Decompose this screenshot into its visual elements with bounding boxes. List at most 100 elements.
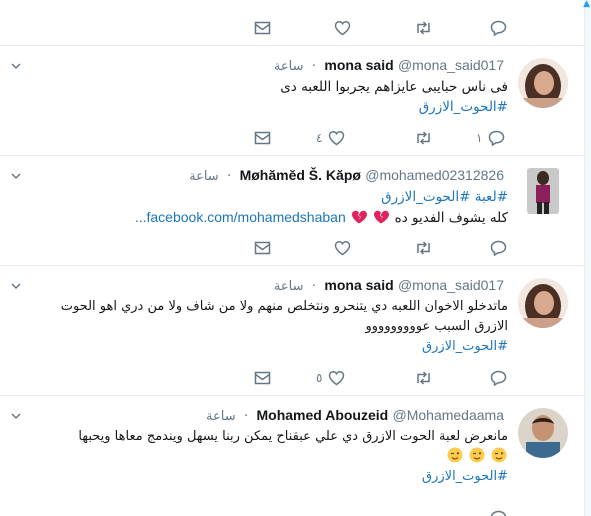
chevron-down-icon[interactable]: [10, 410, 22, 422]
tweet-content: Møhămĕd Š. Kăpø @mohamed02312826 · ساعة …: [34, 165, 508, 228]
avatar[interactable]: [527, 168, 559, 214]
tweet[interactable]: Møhămĕd Š. Kăpø @mohamed02312826 · ساعة …: [0, 156, 584, 266]
tweet-actions: [0, 238, 584, 258]
heart-icon: [329, 130, 345, 146]
tweet-content: Mohamed Abouzeid @Mohamedaama · ساعة مان…: [34, 405, 508, 487]
tweet[interactable]: mona said @mona_said017 · ساعة ماتدخلو ا…: [0, 266, 584, 396]
hashtag-link[interactable]: #الحوت_الازرق: [422, 469, 508, 484]
reply-button[interactable]: [490, 238, 507, 258]
username[interactable]: @mona_said017: [398, 57, 504, 73]
winking-face-emoji-icon: [491, 447, 507, 463]
fullname[interactable]: mona said: [324, 57, 393, 73]
retweet-button[interactable]: [414, 18, 433, 38]
reply-icon: [490, 370, 507, 386]
retweet-icon: [417, 241, 430, 255]
tweet-text-line: الازرق السبب عووووووووو: [365, 319, 509, 334]
emoji-row: [34, 447, 508, 467]
timestamp[interactable]: ساعة: [206, 409, 236, 424]
reply-button[interactable]: ١: [476, 128, 505, 148]
tweet-text: #لعبة #الحوت_الازرق كله يشوف الفديو ده f…: [34, 187, 508, 228]
tweet[interactable]: Mohamed Abouzeid @Mohamedaama · ساعة مان…: [0, 396, 584, 516]
fullname[interactable]: mona said: [324, 277, 393, 293]
reply-button[interactable]: [490, 508, 507, 516]
tweet-header: Mohamed Abouzeid @Mohamedaama · ساعة: [34, 405, 508, 427]
like-button[interactable]: [334, 18, 351, 38]
retweet-icon: [417, 131, 430, 145]
dm-button[interactable]: [254, 238, 271, 258]
retweet-button[interactable]: [414, 128, 433, 148]
tweet-header: Møhămĕd Š. Kăpø @mohamed02312826 · ساعة: [34, 165, 508, 187]
like-button[interactable]: ٤: [316, 128, 345, 148]
username[interactable]: @mona_said017: [398, 277, 504, 293]
fullname[interactable]: Mohamed Abouzeid: [257, 407, 389, 423]
like-button[interactable]: [334, 238, 351, 258]
avatar[interactable]: [518, 278, 568, 328]
envelope-icon: [254, 131, 271, 145]
broken-heart-emoji-icon: [374, 210, 390, 224]
reply-button[interactable]: [490, 18, 507, 38]
dm-button[interactable]: [254, 18, 271, 38]
timestamp[interactable]: ساعة: [189, 169, 219, 184]
tweet-text: مانعرض لعبة الحوت الازرق دي علي عبقناح ي…: [34, 427, 508, 487]
heart-icon: [334, 240, 351, 256]
hashtag-link[interactable]: #لعبة: [475, 189, 508, 205]
tweet-content: mona said @mona_said017 · ساعة فى ناس حب…: [34, 55, 508, 117]
envelope-icon: [254, 371, 271, 385]
like-count: ٥: [316, 371, 323, 385]
tweet-text-line: كله يشوف الفديو ده: [394, 210, 508, 226]
scroll-up-arrow-icon[interactable]: ▲: [583, 0, 590, 9]
heart-icon: [329, 370, 345, 386]
retweet-button[interactable]: [414, 238, 433, 258]
tweet-text-line: مانعرض لعبة الحوت الازرق دي علي عبقناح ي…: [78, 429, 508, 444]
username[interactable]: @Mohamedaama: [393, 407, 505, 423]
like-count: ٤: [316, 131, 323, 145]
hashtag-link[interactable]: #الحوت_الازرق: [381, 189, 470, 205]
tweet-header: mona said @mona_said017 · ساعة: [34, 55, 508, 77]
like-button[interactable]: ٥: [316, 368, 345, 388]
tweet-content: mona said @mona_said017 · ساعة ماتدخلو ا…: [34, 275, 508, 357]
tweet-actions: [0, 508, 584, 516]
retweet-button[interactable]: [414, 368, 433, 388]
timestamp[interactable]: ساعة: [274, 279, 304, 294]
tweet-header: mona said @mona_said017 · ساعة: [34, 275, 508, 297]
tweet-text-line: فى ناس حبايبى عايزاهم يجربوا اللعبه دى: [280, 79, 508, 95]
heart-icon: [334, 20, 351, 36]
avatar[interactable]: [518, 58, 568, 108]
retweet-icon: [417, 21, 430, 35]
timestamp[interactable]: ساعة: [274, 59, 304, 74]
broken-heart-emoji-icon: [352, 210, 368, 224]
chevron-down-icon[interactable]: [10, 170, 22, 182]
tweet-timeline: mona said @mona_said017 · ساعة فى ناس حب…: [0, 0, 584, 516]
envelope-icon: [254, 241, 271, 255]
external-link[interactable]: facebook.com/mohamedshaban...: [135, 209, 346, 225]
reply-icon: [490, 510, 507, 516]
hashtag-link[interactable]: #الحوت_الازرق: [422, 339, 508, 354]
reply-button[interactable]: [490, 368, 507, 388]
tweet-text: ماتدخلو الاخوان اللعبه دي يتنحرو ونتخلص …: [34, 297, 508, 357]
separator-dot: ·: [243, 408, 249, 424]
chevron-down-icon[interactable]: [10, 60, 22, 72]
envelope-icon: [254, 21, 271, 35]
tweet-text: فى ناس حبايبى عايزاهم يجربوا اللعبه دى #…: [34, 77, 508, 117]
dm-button[interactable]: [254, 128, 271, 148]
reply-icon: [489, 130, 505, 146]
tweet[interactable]: mona said @mona_said017 · ساعة فى ناس حب…: [0, 46, 584, 156]
chevron-down-icon[interactable]: [10, 280, 22, 292]
separator-dot: ·: [311, 58, 317, 74]
dm-button[interactable]: [254, 368, 271, 388]
fullname[interactable]: Møhămĕd Š. Kăpø: [240, 167, 361, 183]
scrollbar[interactable]: ▲: [583, 0, 591, 516]
username[interactable]: @mohamed02312826: [365, 167, 504, 183]
tweet-text-line: ماتدخلو الاخوان اللعبه دي يتنحرو ونتخلص …: [60, 299, 508, 314]
separator-dot: ·: [226, 168, 232, 184]
reply-count: ١: [476, 131, 483, 145]
separator-dot: ·: [311, 278, 317, 294]
avatar[interactable]: [518, 408, 568, 458]
hashtag-link[interactable]: #الحوت_الازرق: [419, 99, 508, 115]
retweet-icon: [417, 371, 430, 385]
tweet-actions: [0, 18, 584, 38]
reply-icon: [490, 240, 507, 256]
tweet-actions: ٥: [0, 368, 584, 388]
winking-face-emoji-icon: [447, 447, 463, 463]
tweet-actions: ١ ٤: [0, 128, 584, 148]
